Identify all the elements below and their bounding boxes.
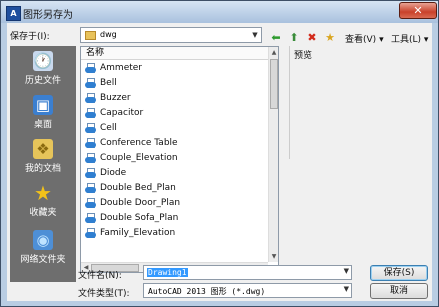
place-label: 桌面 — [33, 120, 52, 130]
dwg-file-icon — [85, 78, 97, 89]
save-drawing-dialog: A 图形另存为 ✕ 保存于(I): dwg ▼ ⬅ ⬆ ✖ ★ 查看(V) ▾ … — [0, 0, 439, 307]
place-network-folders[interactable]: ◉ 网络文件夹 — [10, 230, 76, 270]
scroll-up-icon[interactable]: ▲ — [269, 48, 278, 57]
file-name: Diode — [100, 168, 127, 178]
dwg-file-icon — [85, 198, 97, 209]
place-label: 我的文档 — [24, 164, 61, 174]
file-name: Double Door_Plan — [100, 198, 181, 208]
chevron-down-icon: ▾ — [379, 35, 384, 45]
list-item[interactable]: Double Sofa_Plan — [83, 211, 268, 226]
place-desktop[interactable]: ▣ 桌面 — [10, 95, 76, 135]
list-item[interactable]: Buzzer — [83, 91, 268, 106]
filetype-label: 文件类型(T): — [78, 289, 130, 299]
file-name: Couple_Elevation — [100, 153, 178, 163]
vertical-scrollbar[interactable]: ▲ ▼ — [268, 47, 278, 262]
documents-icon: ❖ — [33, 139, 53, 159]
window-title: 图形另存为 — [23, 10, 73, 21]
save-in-value: dwg — [100, 30, 117, 39]
tools-menu-label: 工具(L) — [391, 35, 422, 45]
file-name: Ammeter — [100, 63, 142, 73]
list-item[interactable]: Double Door_Plan — [83, 196, 268, 211]
cancel-button[interactable]: 取消 — [370, 283, 428, 299]
list-item[interactable]: Couple_Elevation — [83, 151, 268, 166]
tools-menu[interactable]: 工具(L) ▾ — [391, 32, 428, 45]
file-name: Double Sofa_Plan — [100, 213, 179, 223]
places-bar: 🕐 历史文件 ▣ 桌面 ❖ 我的文档 ★ 收藏夹 ◉ 网络文件夹 — [10, 46, 76, 282]
delete-icon[interactable]: ✖ — [305, 31, 319, 45]
title-bar[interactable]: A 图形另存为 ✕ — [1, 1, 438, 23]
folder-icon — [85, 31, 96, 40]
place-label: 收藏夹 — [29, 208, 57, 218]
file-name: Family_Elevation — [100, 228, 176, 238]
filename-label: 文件名(N): — [78, 271, 122, 281]
list-item[interactable]: Bell — [83, 76, 268, 91]
list-item[interactable]: Capacitor — [83, 106, 268, 121]
save-button[interactable]: 保存(S) — [370, 265, 428, 281]
dwg-file-icon — [85, 138, 97, 149]
chevron-down-icon[interactable]: ▼ — [251, 30, 259, 40]
file-name: Conference Table — [100, 138, 178, 148]
file-name: Buzzer — [100, 93, 131, 103]
list-item[interactable]: Diode — [83, 166, 268, 181]
list-item[interactable]: Double Bed_Plan — [83, 181, 268, 196]
file-name: Cell — [100, 123, 117, 133]
column-header-name[interactable]: 名称 — [81, 47, 268, 60]
filename-input[interactable]: Drawing1 ▼ — [143, 265, 352, 280]
new-folder-icon[interactable]: ★ — [323, 31, 337, 45]
dwg-file-icon — [85, 228, 97, 239]
dwg-file-icon — [85, 168, 97, 179]
file-list[interactable]: 名称 Ammeter Bell Buzzer Capacitor Cell Confere… — [80, 46, 279, 273]
history-icon: 🕐 — [33, 51, 53, 71]
place-my-documents[interactable]: ❖ 我的文档 — [10, 139, 76, 179]
place-label: 网络文件夹 — [20, 255, 66, 265]
dwg-file-icon — [85, 93, 97, 104]
chevron-down-icon: ▾ — [423, 35, 429, 45]
star-icon: ★ — [34, 181, 52, 205]
scroll-thumb[interactable] — [270, 59, 278, 109]
filename-value: Drawing1 — [147, 268, 188, 277]
list-item[interactable]: Conference Table — [83, 136, 268, 151]
filetype-value: AutoCAD 2013 图形 (*.dwg) — [148, 287, 266, 296]
preview-pane: 预览 — [289, 46, 428, 159]
view-menu-label: 查看(V) — [345, 35, 377, 45]
filetype-select[interactable]: AutoCAD 2013 图形 (*.dwg) ▼ — [143, 283, 352, 298]
file-name: Bell — [100, 78, 117, 88]
desktop-icon: ▣ — [33, 95, 53, 115]
dwg-file-icon — [85, 153, 97, 164]
autocad-app-icon: A — [6, 6, 21, 21]
view-menu[interactable]: 查看(V) ▾ — [345, 32, 384, 45]
back-icon[interactable]: ⬅ — [269, 31, 283, 45]
chevron-down-icon[interactable]: ▼ — [344, 285, 349, 293]
place-favorites[interactable]: ★ 收藏夹 — [10, 183, 76, 223]
chevron-down-icon[interactable]: ▼ — [344, 267, 349, 275]
list-item[interactable]: Ammeter — [83, 61, 268, 76]
network-globe-icon: ◉ — [33, 230, 53, 250]
place-history[interactable]: 🕐 历史文件 — [10, 51, 76, 91]
dwg-file-icon — [85, 213, 97, 224]
dialog-body: 保存于(I): dwg ▼ ⬅ ⬆ ✖ ★ 查看(V) ▾ 工具(L) ▾ 🕐 … — [7, 23, 432, 301]
dwg-file-icon — [85, 183, 97, 194]
save-in-combo[interactable]: dwg ▼ — [80, 27, 262, 43]
file-name: Capacitor — [100, 108, 144, 118]
up-folder-icon[interactable]: ⬆ — [287, 31, 301, 45]
list-item[interactable]: Family_Elevation — [83, 226, 268, 241]
scroll-down-icon[interactable]: ▼ — [269, 252, 278, 261]
file-name: Double Bed_Plan — [100, 183, 176, 193]
close-button[interactable]: ✕ — [399, 2, 437, 19]
save-in-label: 保存于(I): — [10, 32, 50, 42]
dwg-file-icon — [85, 63, 97, 74]
list-item[interactable]: Cell — [83, 121, 268, 136]
dwg-file-icon — [85, 108, 97, 119]
place-label: 历史文件 — [24, 76, 61, 86]
dwg-file-icon — [85, 123, 97, 134]
preview-label: 预览 — [294, 51, 313, 61]
